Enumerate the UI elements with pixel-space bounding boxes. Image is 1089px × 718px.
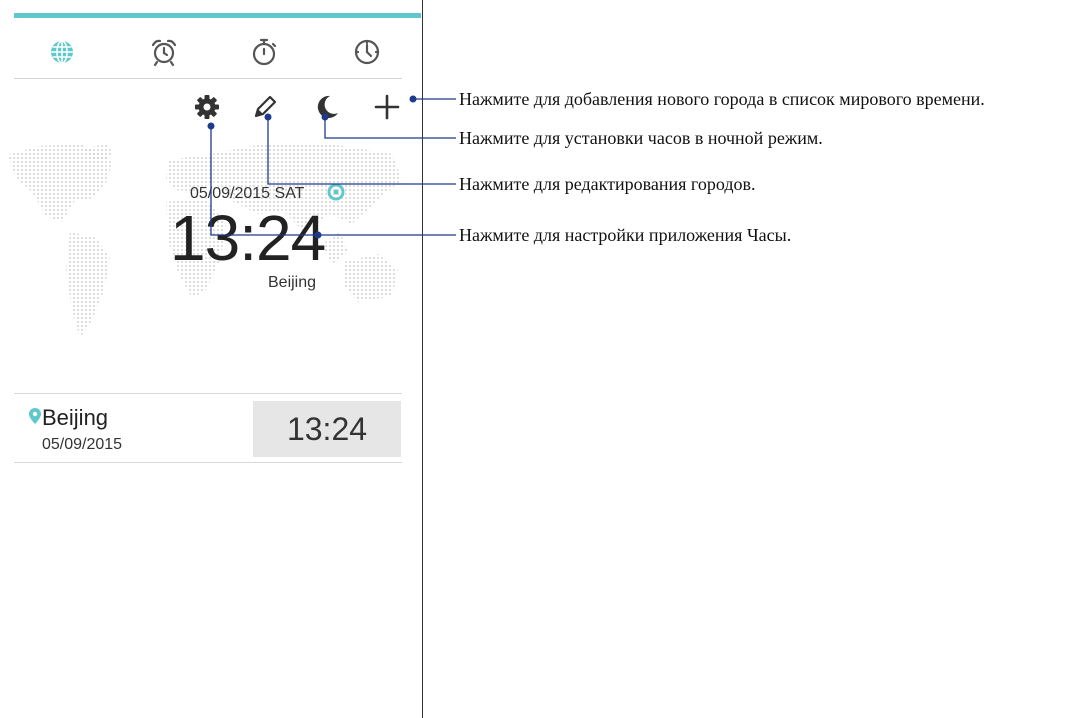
annotation-settings: Нажмите для настройки приложения Часы. xyxy=(459,225,792,245)
annotation-add-city: Нажмите для добавления нового города в с… xyxy=(459,89,985,109)
annotation-edit-cities: Нажмите для редактирования городов. xyxy=(459,174,756,194)
annotation-night-mode: Нажмите для установки часов в ночной реж… xyxy=(459,128,823,148)
